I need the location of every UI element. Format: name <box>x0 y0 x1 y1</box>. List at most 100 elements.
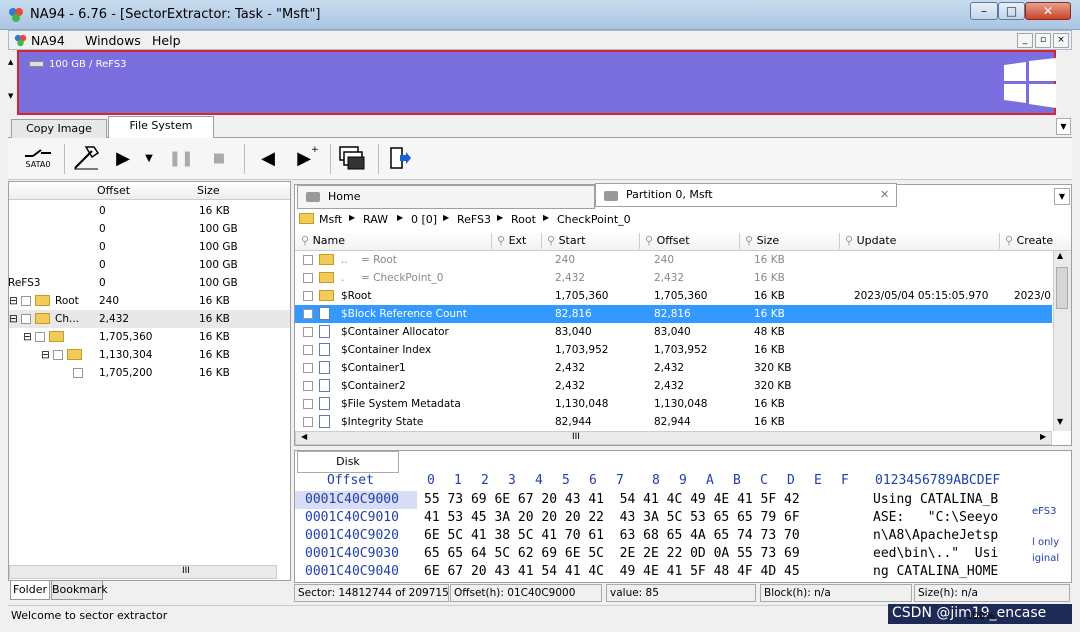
add-next-icon[interactable]: ▶ + <box>296 142 320 174</box>
column-divider[interactable] <box>541 233 542 249</box>
minimize-button[interactable]: – <box>970 2 998 20</box>
disk-banner[interactable]: 100 GB / ReFS3 <box>17 50 1056 115</box>
hex-bytes[interactable]: 55 73 69 6E 67 20 43 41 54 41 4C 49 4E 4… <box>424 492 800 507</box>
menu-help[interactable]: Help <box>152 33 181 48</box>
tree-row[interactable]: 0 100 GB <box>9 256 290 274</box>
horizontal-scrollbar[interactable]: ◀ III ▶ <box>295 431 1052 445</box>
scroll-thumb[interactable]: III <box>572 432 580 442</box>
file-row[interactable]: . = CheckPoint_0 2,432 2,432 16 KB <box>295 269 1052 287</box>
tree-row[interactable]: 1,705,200 16 KB <box>9 364 290 382</box>
filter-icon[interactable]: ⚲ <box>301 234 309 247</box>
file-row[interactable]: $Container Allocator 83,040 83,040 48 KB <box>295 323 1052 341</box>
file-row[interactable]: .. = Root 240 240 16 KB <box>295 251 1052 269</box>
scroll-right-icon[interactable]: ▶ <box>1040 432 1046 441</box>
hex-ascii[interactable]: n\A8\ApacheJetsp <box>873 528 998 543</box>
tree-row[interactable]: ⊟ 1,705,360 16 KB <box>9 328 290 346</box>
tree-expander-icon[interactable]: ⊟ <box>41 349 50 361</box>
filter-icon[interactable]: ⚲ <box>497 234 505 247</box>
exit-icon[interactable] <box>386 142 414 174</box>
breadcrumb-item[interactable]: ReFS3 <box>457 213 491 226</box>
column-header[interactable]: ⚲ Ext <box>497 234 526 247</box>
up-arrow-icon[interactable]: ▲ <box>8 58 13 66</box>
hex-ascii[interactable]: eed\bin\.." Usi <box>873 546 998 561</box>
tree-checkbox[interactable] <box>21 296 31 306</box>
vertical-scrollbar[interactable]: ▲ ▼ <box>1053 251 1071 431</box>
hex-row[interactable]: 0001C40C9030 65 65 64 5C 62 69 6E 5C 2E 2… <box>295 545 1031 563</box>
sata-button[interactable]: SATA0 <box>18 142 58 174</box>
file-row[interactable]: $File System Metadata 1,130,048 1,130,048 1… <box>295 395 1052 413</box>
row-checkbox[interactable] <box>303 345 313 355</box>
file-row[interactable]: $Container2 2,432 2,432 320 KB <box>295 377 1052 395</box>
go-start-icon[interactable]: ◀ <box>256 142 280 174</box>
tab-bookmark[interactable]: Bookmark <box>51 580 108 600</box>
left-horizontal-scrollbar[interactable]: III <box>9 565 277 579</box>
row-checkbox[interactable] <box>303 399 313 409</box>
tree-row[interactable]: ⊟ Root 240 16 KB <box>9 292 290 310</box>
hex-row[interactable]: 0001C40C9010 41 53 45 3A 20 20 20 22 43 3… <box>295 509 1031 527</box>
stop-icon[interactable]: ■ <box>210 142 228 174</box>
column-divider[interactable] <box>639 233 640 249</box>
column-divider[interactable] <box>839 233 840 249</box>
file-row[interactable]: $Block Reference Count 82,816 82,816 16 KB <box>295 305 1052 323</box>
tab-disk[interactable]: Disk <box>297 451 399 473</box>
tree-expander-icon[interactable]: ⊟ <box>9 295 18 307</box>
windows-stack-icon[interactable] <box>336 142 368 174</box>
file-row[interactable]: $Integrity State 82,944 82,944 16 KB <box>295 413 1052 431</box>
column-divider[interactable] <box>739 233 740 249</box>
row-checkbox[interactable] <box>303 363 313 373</box>
scroll-down-icon[interactable]: ▼ <box>1057 417 1063 426</box>
hex-bytes[interactable]: 65 65 64 5C 62 69 6E 5C 2E 2E 22 0D 0A 5… <box>424 546 800 561</box>
row-checkbox[interactable] <box>303 255 313 265</box>
row-checkbox[interactable] <box>303 327 313 337</box>
tab-partition[interactable]: Partition 0, Msft ✕ <box>595 183 897 207</box>
hex-bytes[interactable]: 6E 5C 41 38 5C 41 70 61 63 68 65 4A 65 7… <box>424 528 800 543</box>
mdi-restore-button[interactable]: ▫ <box>1035 33 1051 48</box>
col-size[interactable]: Size <box>197 184 220 197</box>
tab-copy-image[interactable]: Copy Image <box>11 119 107 139</box>
hex-ascii[interactable]: Using CATALINA_B <box>873 492 998 507</box>
col-offset[interactable]: Offset <box>97 184 130 197</box>
hex-row[interactable]: 0001C40C9020 6E 5C 41 38 5C 41 70 61 63 6… <box>295 527 1031 545</box>
close-tab-icon[interactable]: ✕ <box>880 184 889 206</box>
tree-expander-icon[interactable]: ⊟ <box>9 313 18 325</box>
maximize-button[interactable]: □ <box>998 2 1025 20</box>
scroll-thumb[interactable]: III <box>182 566 190 576</box>
tree-checkbox[interactable] <box>53 350 63 360</box>
row-checkbox[interactable] <box>303 417 313 427</box>
tree-row[interactable]: ⊟ 1,130,304 16 KB <box>9 346 290 364</box>
tree-checkbox[interactable] <box>21 314 31 324</box>
row-checkbox[interactable] <box>303 291 313 301</box>
hex-row[interactable]: 0001C40C9000 55 73 69 6E 67 20 43 41 54 4… <box>295 491 1031 509</box>
tree-row[interactable]: 0 100 GB <box>9 238 290 256</box>
scroll-thumb[interactable] <box>1056 267 1068 309</box>
row-checkbox[interactable] <box>303 273 313 283</box>
breadcrumb-item[interactable]: Msft <box>319 213 342 226</box>
scroll-left-icon[interactable]: ◀ <box>301 432 307 441</box>
tree-row[interactable]: 0 100 GB <box>9 220 290 238</box>
filter-icon[interactable]: ⚲ <box>645 234 653 247</box>
filter-icon[interactable]: ⚲ <box>1005 234 1013 247</box>
mdi-close-button[interactable]: × <box>1053 33 1069 48</box>
play-dropdown-icon[interactable]: ▼ <box>142 142 156 174</box>
filter-icon[interactable]: ⚲ <box>547 234 555 247</box>
row-checkbox[interactable] <box>303 309 313 319</box>
tree-row[interactable]: ReFS3 0 100 GB <box>8 274 290 292</box>
column-divider[interactable] <box>491 233 492 249</box>
breadcrumb-item[interactable]: CheckPoint_0 <box>557 213 631 226</box>
tabs-dropdown-button[interactable]: ▼ <box>1056 118 1071 135</box>
tab-file-system[interactable]: File System <box>108 116 214 139</box>
column-header[interactable]: ⚲ Offset <box>645 234 690 247</box>
breadcrumb-item[interactable]: Root <box>511 213 536 226</box>
column-header[interactable]: ⚲ Update <box>845 234 896 247</box>
file-row[interactable]: $Container1 2,432 2,432 320 KB <box>295 359 1052 377</box>
hex-ascii[interactable]: ng CATALINA_HOME <box>873 564 998 579</box>
build-button[interactable] <box>70 142 102 174</box>
breadcrumb-item[interactable]: 0 [0] <box>411 213 437 226</box>
tree-row[interactable]: ⊟ Ch... 2,432 16 KB <box>9 310 290 328</box>
down-arrow-icon[interactable]: ▼ <box>8 92 13 100</box>
tab-folder[interactable]: Folder <box>10 580 50 600</box>
close-button[interactable]: ✕ <box>1025 2 1071 20</box>
tree-checkbox[interactable] <box>73 368 83 378</box>
scroll-up-icon[interactable]: ▲ <box>1057 251 1063 260</box>
hex-bytes[interactable]: 41 53 45 3A 20 20 20 22 43 3A 5C 53 65 6… <box>424 510 800 525</box>
